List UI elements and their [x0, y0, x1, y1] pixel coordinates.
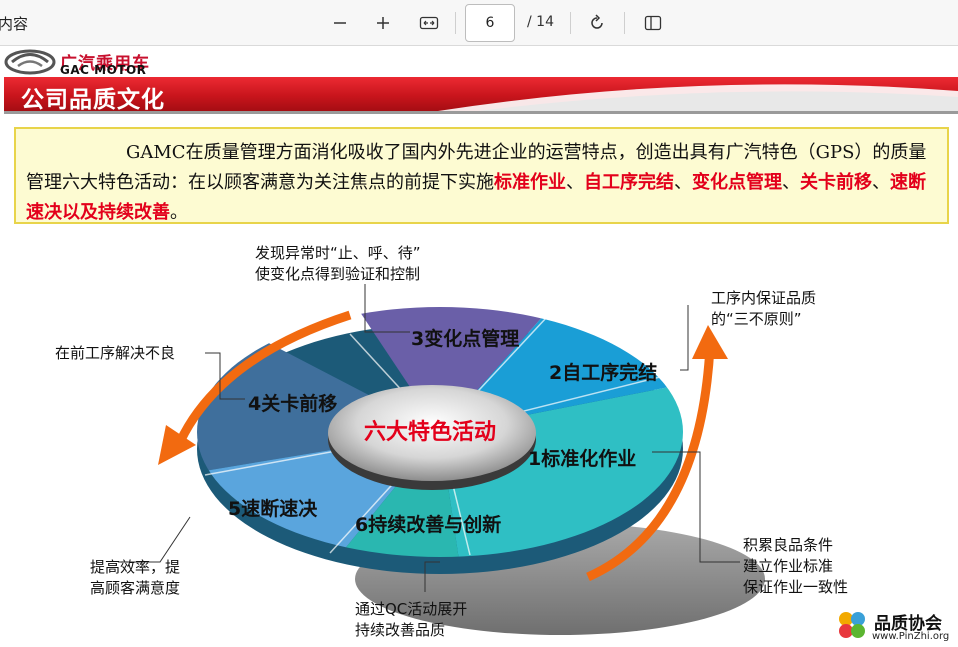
fit-width-icon	[419, 16, 439, 30]
toolbar-divider	[570, 12, 571, 34]
segment-label-4: 4关卡前移	[248, 393, 338, 415]
toolbar-divider	[455, 12, 456, 34]
zoom-out-icon	[334, 22, 346, 24]
document-title: 内容	[0, 15, 29, 33]
segment-label-5: 5速断速决	[228, 498, 318, 520]
callout-gate-forward: 在前工序解决不良	[55, 344, 176, 362]
slide-page: 广汽乘用车 GAC MOTOR 公司品质文化 GAMC在质量管理方面消化吸收了国…	[0, 47, 958, 647]
page-view-button[interactable]	[638, 8, 668, 38]
page-total: / 14	[527, 14, 554, 30]
callout-standard-work: 积累良品条件 建立作业标准 保证作业一致性	[743, 536, 849, 596]
pinzhi-logo-icon	[839, 612, 865, 638]
zoom-in-icon	[377, 17, 389, 29]
page-view-icon	[644, 15, 662, 31]
zoom-out-button[interactable]	[325, 8, 355, 38]
callout-quick-response: 提高效率，提 高顾客满意度	[90, 558, 181, 597]
rotate-button[interactable]	[582, 8, 612, 38]
viewer-toolbar: 内容 / 14	[0, 0, 958, 46]
callout-change-point: 发现异常时“止、呼、待” 使变化点得到验证和控制	[255, 244, 421, 283]
rotate-icon	[591, 14, 603, 29]
watermark-url: www.PinZhi.org	[872, 631, 950, 642]
segment-label-1: 1标准化作业	[528, 448, 637, 470]
toolbar-divider	[624, 12, 625, 34]
fit-width-button[interactable]	[414, 8, 444, 38]
center-label: 六大特色活动	[364, 420, 497, 445]
segment-label-2: 2自工序完结	[549, 362, 658, 384]
arrow-right-head	[692, 325, 728, 359]
segment-label-3: 3变化点管理	[411, 328, 520, 350]
callout-self-process: 工序内保证品质 的“三不原则”	[711, 289, 817, 328]
callout-continuous-improvement: 通过QC活动展开 持续改善品质	[355, 600, 468, 639]
segment-label-6: 6持续改善与创新	[355, 514, 502, 536]
page-number-input[interactable]	[465, 4, 515, 42]
pinzhi-watermark: 品质协会 www.PinZhi.org	[834, 607, 956, 647]
zoom-in-button[interactable]	[368, 8, 398, 38]
